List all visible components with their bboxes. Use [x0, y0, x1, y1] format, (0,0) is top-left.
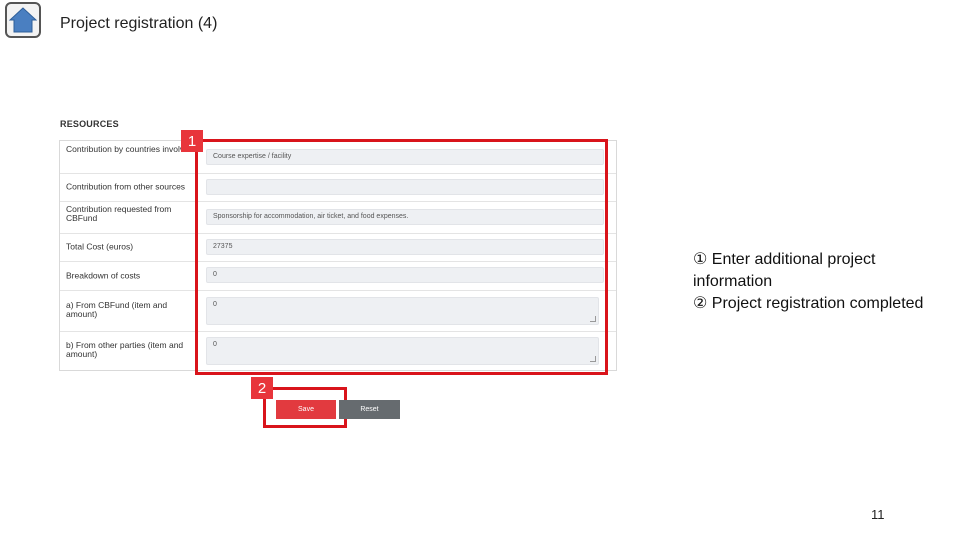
section-title: RESOURCES [60, 119, 119, 129]
home-icon [9, 7, 37, 33]
label-contribution-other: Contribution from other sources [66, 181, 186, 192]
instruction-notes: ① Enter additional project information ②… [693, 249, 933, 315]
slide-title: Project registration (4) [60, 15, 218, 32]
save-button[interactable]: Save [276, 400, 336, 419]
label-contribution-cbfund: Contribution requested from CBFund [66, 204, 172, 223]
note-step-1: ① Enter additional project information [693, 251, 876, 290]
label-from-cbfund: a) From CBFund (item and amount) [66, 300, 168, 319]
label-total-cost: Total Cost (euros) [66, 241, 134, 252]
home-button[interactable] [5, 2, 41, 38]
page-number: 11 [871, 507, 885, 522]
highlight-box-form-fields [195, 139, 608, 375]
note-step-2: ② Project registration completed [693, 295, 924, 312]
label-breakdown: Breakdown of costs [66, 270, 141, 280]
label-contribution-countries: Contribution by countries involved [66, 144, 194, 154]
step-badge-2: 2 [251, 377, 273, 399]
step-badge-1: 1 [181, 130, 203, 152]
reset-button[interactable]: Reset [339, 400, 400, 419]
label-from-other-parties: b) From other parties (item and amount) [66, 340, 184, 359]
